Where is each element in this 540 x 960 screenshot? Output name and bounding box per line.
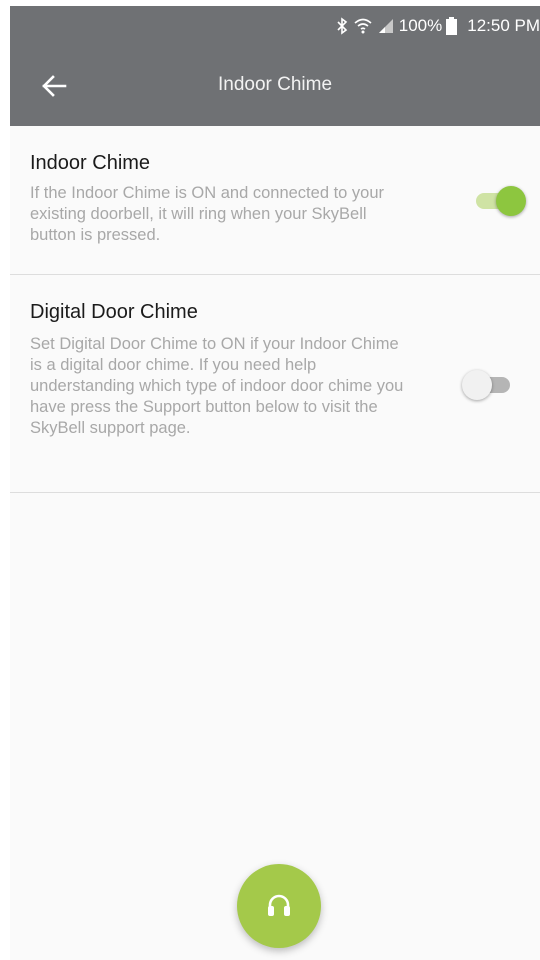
setting-description: If the Indoor Chime is ON and connected …: [30, 184, 385, 244]
setting-title: Digital Door Chime: [30, 301, 198, 323]
indoor-chime-toggle[interactable]: [472, 184, 528, 216]
app-bar: Indoor Chime: [10, 46, 540, 126]
page-title: Indoor Chime: [217, 74, 333, 95]
setting-description: Set Digital Door Chime to ON if your Ind…: [30, 335, 404, 437]
status-bar: 100% 12:50 PM: [10, 6, 540, 46]
headset-icon: [264, 891, 294, 921]
battery-icon: [446, 17, 458, 35]
toggle-thumb: [462, 370, 492, 400]
setting-digital-door-chime: Digital Door Chime Set Digital Door Chim…: [10, 275, 540, 493]
setting-title: Indoor Chime: [30, 152, 151, 174]
signal-icon: [377, 17, 395, 35]
status-time: 12:50 PM: [467, 16, 540, 35]
digital-door-chime-toggle[interactable]: [462, 368, 518, 400]
app-screen: 100% 12:50 PM Indoor Chime Indoor Chime …: [10, 6, 540, 960]
bluetooth-icon: [335, 17, 349, 35]
support-button[interactable]: [237, 864, 321, 948]
setting-indoor-chime: Indoor Chime If the Indoor Chime is ON a…: [10, 126, 540, 275]
wifi-icon: [353, 17, 373, 35]
battery-percent: 100%: [398, 16, 443, 35]
toggle-thumb: [496, 186, 526, 216]
